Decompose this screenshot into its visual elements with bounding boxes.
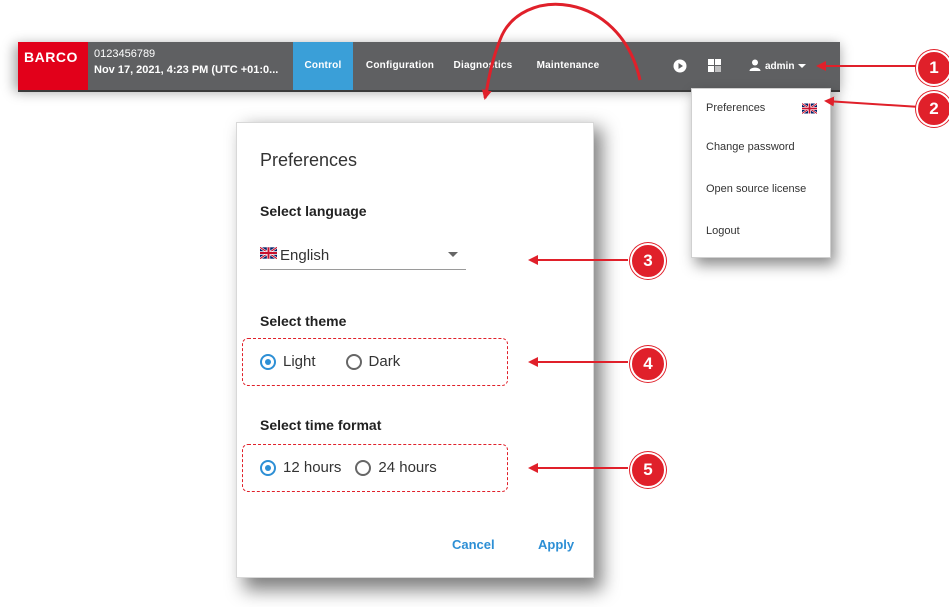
callout-2: 2 [916, 91, 949, 127]
callout-1: 1 [916, 50, 949, 86]
callout-4: 4 [630, 346, 666, 382]
callout-arrows [481, 2, 921, 473]
callout-5: 5 [630, 452, 666, 488]
arrow-2 [824, 96, 921, 108]
callout-3: 3 [630, 243, 666, 279]
curved-arrow [481, 2, 642, 100]
